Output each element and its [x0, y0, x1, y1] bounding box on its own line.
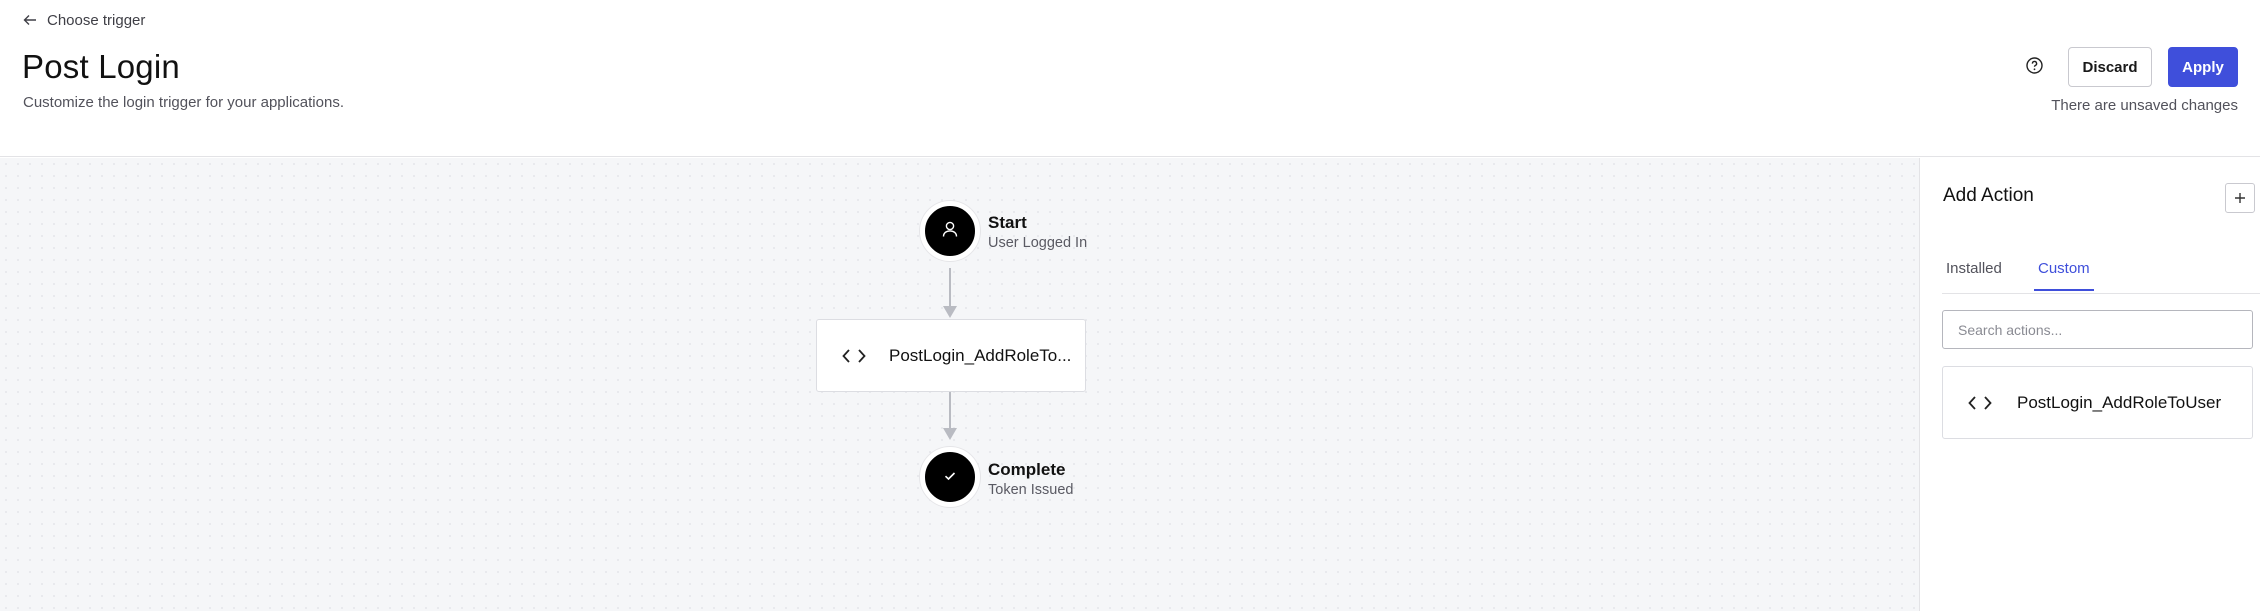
unsaved-changes-text: There are unsaved changes: [2051, 97, 2238, 114]
page-header: Choose trigger Post Login Customize the …: [0, 0, 2260, 157]
back-to-choose-trigger-link[interactable]: Choose trigger: [23, 10, 145, 30]
complete-node-title: Complete: [988, 460, 1066, 479]
action-list-item-label: PostLogin_AddRoleToUser: [2017, 393, 2222, 412]
help-icon[interactable]: [2026, 57, 2043, 74]
user-icon: [941, 220, 959, 243]
code-icon: [841, 346, 867, 366]
start-node-subtitle: User Logged In: [988, 235, 1088, 251]
start-node-title: Start: [988, 213, 1027, 232]
search-actions-input[interactable]: [1942, 310, 2253, 349]
action-list-item[interactable]: PostLogin_AddRoleToUser: [1942, 366, 2253, 439]
complete-node-subtitle: Token Issued: [988, 482, 1074, 498]
tab-installed[interactable]: Installed: [1946, 260, 2002, 289]
panel-tabs: Installed Custom: [1942, 252, 2260, 294]
flow-action-label: PostLogin_AddRoleTo...: [889, 346, 1072, 365]
arrow-left-icon: [23, 13, 37, 27]
flow-connector: [949, 268, 951, 308]
apply-button[interactable]: Apply: [2168, 47, 2238, 87]
plus-icon: [2234, 188, 2246, 209]
code-icon: [1967, 393, 1993, 413]
back-link-label: Choose trigger: [47, 11, 146, 29]
arrow-down-icon: [943, 306, 957, 318]
page-subtitle: Customize the login trigger for your app…: [23, 94, 344, 111]
check-icon: [944, 468, 956, 486]
complete-node[interactable]: [920, 447, 980, 507]
flow-action-card[interactable]: PostLogin_AddRoleTo...: [816, 319, 1086, 392]
start-node[interactable]: [920, 201, 980, 261]
panel-title: Add Action: [1943, 185, 2034, 206]
discard-button[interactable]: Discard: [2068, 47, 2152, 87]
arrow-down-icon: [943, 428, 957, 440]
tab-custom[interactable]: Custom: [2034, 260, 2094, 291]
flow-connector: [949, 392, 951, 430]
add-action-button[interactable]: [2225, 183, 2255, 213]
page-title: Post Login: [22, 48, 180, 85]
